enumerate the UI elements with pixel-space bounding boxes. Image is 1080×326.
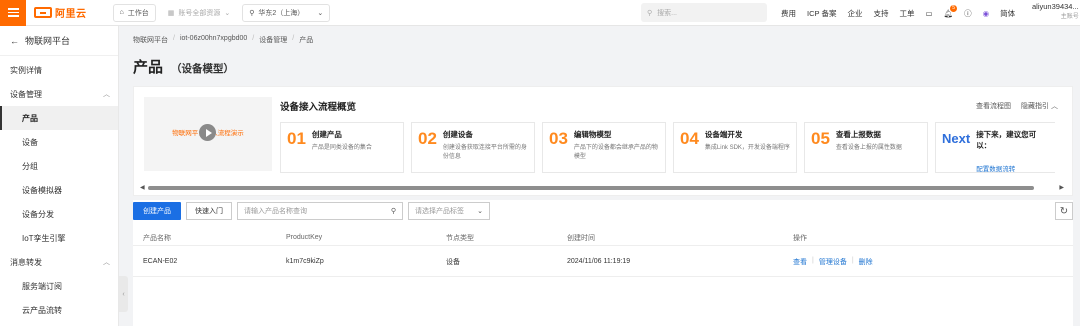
list-toolbar: 创建产品 快速入门 请输入产品名称查询 ⚲ 请选择产品标签 ⌄ ↻ — [133, 202, 1073, 220]
user-role: 主账号 — [1060, 14, 1079, 20]
flow-actions: 查看流程图 隐藏指引 ︿ — [976, 101, 1058, 111]
sidebar-item-server-subscription[interactable]: 服务端订阅 — [0, 274, 118, 298]
node-type: 设备 — [446, 258, 460, 266]
search-icon: ⚲ — [647, 9, 653, 17]
sidebar-item-product[interactable]: 产品 — [0, 106, 118, 130]
column-header: 操作 — [793, 234, 807, 242]
delete-link[interactable]: 删除 — [859, 257, 873, 267]
play-icon[interactable] — [199, 124, 216, 141]
flow-step[interactable]: 03 编辑物模型 产品下的设备都会继承产品的物模型 — [542, 122, 666, 173]
top-nav-links: 费用 ICP 备案 企业 支持 工单 ▭ 🔔︎ 5 ⓘ ◉ 简体 — [781, 0, 1015, 26]
main-content: 物联网平台 / iot-06z00hn7xpgbd00/ 设备管理 / 产品 产品（… — [119, 26, 1080, 326]
sidebar-item-simulator[interactable]: 设备模拟器 — [0, 178, 118, 202]
flow-title: 设备接入流程概览 — [280, 102, 357, 113]
nav-link-enterprise[interactable]: 企业 — [847, 8, 862, 19]
breadcrumb-item[interactable]: 设备管理 — [259, 35, 287, 45]
scroll-right-icon[interactable]: ▶ — [1059, 185, 1064, 191]
global-search-input[interactable]: ⚲ 搜索... — [641, 3, 767, 22]
chevron-down-icon: ⌄ — [317, 9, 324, 17]
table-header: 产品名称 ProductKey 节点类型 创建时间 操作 — [133, 230, 1073, 246]
workbench-button[interactable]: ⌂ 工作台 — [112, 3, 156, 22]
logo-text: 阿里云 — [55, 9, 87, 20]
demo-video[interactable]: 物联网平台接入流程演示 — [144, 97, 272, 171]
sidebar-group-message-forwarding[interactable]: 消息转发 ︿ — [0, 250, 118, 274]
nav-link-support[interactable]: 支持 — [873, 8, 888, 19]
breadcrumb-item[interactable]: iot-06z00hn7xpgbd00 — [180, 35, 247, 45]
grid-icon: ▦ — [167, 9, 175, 17]
product-tag-select[interactable]: 请选择产品标签 ⌄ — [408, 202, 490, 220]
sidebar-item-distribution[interactable]: 设备分发 — [0, 202, 118, 226]
chevron-down-icon: ⌄ — [224, 9, 231, 17]
assistant-icon[interactable]: ◉ — [983, 9, 990, 18]
top-bar: 阿里云 ⌂ 工作台 ▦ 账号全部资源 ⌄ ⚲ 华东2（上海） ⌄ ⚲ 搜索...… — [0, 0, 1080, 26]
view-flowchart-link[interactable]: 查看流程图 — [976, 101, 1011, 111]
horizontal-scrollbar[interactable]: ◀ ▶ — [140, 185, 1064, 191]
column-header: 创建时间 — [567, 234, 595, 242]
refresh-icon: ↻ — [1059, 205, 1069, 217]
home-icon: ⌂ — [119, 9, 124, 16]
table-row: ECAN-E02 k1m7c9kiZp 设备 2024/11/06 11:19:… — [133, 247, 1073, 277]
column-header: 节点类型 — [446, 234, 474, 242]
flow-step[interactable]: 02 创建设备 创建设备获取连接平台所需的身份信息 — [411, 122, 535, 173]
flow-step[interactable]: 05 查看上报数据 查看设备上报的属性数据 — [804, 122, 928, 173]
hide-guide-link[interactable]: 隐藏指引 ︿ — [1021, 101, 1058, 111]
menu-icon[interactable] — [0, 0, 26, 26]
logo[interactable]: 阿里云 — [34, 5, 87, 20]
language-switch[interactable]: 简体 — [1000, 8, 1015, 19]
create-product-button[interactable]: 创建产品 — [133, 202, 181, 220]
help-icon[interactable]: ⓘ — [964, 8, 972, 19]
user-name: aliyun39434... — [1032, 2, 1079, 11]
search-icon[interactable]: ⚲ — [391, 207, 396, 215]
page-subtitle: （设备模型） — [171, 63, 235, 75]
chevron-down-icon: ⌄ — [477, 208, 483, 215]
screen-icon[interactable]: ▭ — [925, 9, 932, 18]
page-title: 产品 （设备模型） — [133, 59, 235, 76]
sidebar-item-twin-engine[interactable]: IoT孪生引擎 — [0, 226, 118, 250]
sidebar-back-link[interactable]: ← 物联网平台 — [0, 26, 118, 56]
scroll-left-icon[interactable]: ◀ — [140, 185, 145, 191]
nav-link-icp[interactable]: ICP 备案 — [807, 8, 836, 19]
chevron-up-icon: ︿ — [1051, 103, 1058, 110]
flow-step[interactable]: 04 设备端开发 集成Link SDK，开发设备端程序 — [673, 122, 797, 173]
view-link[interactable]: 查看 — [793, 257, 807, 267]
row-actions: 查看 | 管理设备 | 删除 — [793, 256, 873, 267]
region-selector[interactable]: ⚲ 华东2（上海） ⌄ — [242, 3, 331, 22]
breadcrumb-item: 产品 — [299, 37, 314, 44]
onboarding-flow-card: 物联网平台接入流程演示 设备接入流程概览 查看流程图 隐藏指引 ︿ 01 创建产… — [133, 86, 1073, 196]
refresh-button[interactable]: ↻ — [1055, 202, 1073, 220]
column-header: 产品名称 — [143, 234, 171, 242]
column-header: ProductKey — [286, 234, 323, 241]
nav-link-billing[interactable]: 费用 — [781, 8, 796, 19]
chevron-up-icon: ︿ — [103, 91, 110, 98]
nav-link-ticket[interactable]: 工单 — [899, 8, 914, 19]
aliyun-logo-icon — [34, 7, 52, 18]
sidebar: ← 物联网平台 实例详情 设备管理 ︿ 产品 设备 分组 设备模拟器 设备分发 I… — [0, 26, 119, 326]
sidebar-item-cloud-forwarding[interactable]: 云产品流转 — [0, 298, 118, 322]
flow-steps: 01 创建产品 产品是同类设备的集合 02 创建设备 创建设备获取连接平台所需的身份… — [280, 122, 1055, 173]
sidebar-item-group[interactable]: 分组 — [0, 154, 118, 178]
sidebar-item-instance[interactable]: 实例详情 — [0, 58, 118, 82]
sidebar-group-device-management[interactable]: 设备管理 ︿ — [0, 82, 118, 106]
chevron-up-icon: ︿ — [103, 259, 110, 266]
breadcrumb: 物联网平台 / iot-06z00hn7xpgbd00/ 设备管理 / 产品 — [133, 35, 314, 45]
product-list-card: 创建产品 快速入门 请输入产品名称查询 ⚲ 请选择产品标签 ⌄ ↻ 产品名称 P… — [133, 200, 1073, 326]
user-menu[interactable]: aliyun39434... 主账号 — [1032, 2, 1079, 22]
product-name: ECAN-E02 — [143, 258, 178, 265]
product-search-input[interactable]: 请输入产品名称查询 ⚲ — [237, 202, 403, 220]
sidebar-item-device[interactable]: 设备 — [0, 130, 118, 154]
flow-step[interactable]: 01 创建产品 产品是同类设备的集合 — [280, 122, 404, 173]
configure-dataflow-link[interactable]: 配置数据流转 — [976, 163, 1049, 173]
bell-icon[interactable]: 🔔︎ 5 — [944, 4, 958, 18]
account-selector[interactable]: ▦ 账号全部资源 ⌄ — [162, 4, 237, 22]
scrollbar-thumb[interactable] — [148, 186, 1034, 190]
product-key: k1m7c9kiZp — [286, 258, 324, 265]
manage-devices-link[interactable]: 管理设备 — [819, 257, 847, 267]
arrow-left-icon: ← — [10, 35, 19, 46]
location-icon: ⚲ — [249, 9, 255, 17]
created-time: 2024/11/06 11:19:19 — [567, 258, 631, 265]
quick-start-button[interactable]: 快速入门 — [186, 202, 232, 220]
flow-step-next: Next 接下来，建议您可以： 配置数据流转 — [935, 122, 1055, 173]
notification-badge: 5 — [950, 4, 958, 12]
breadcrumb-item[interactable]: 物联网平台 — [133, 35, 168, 45]
